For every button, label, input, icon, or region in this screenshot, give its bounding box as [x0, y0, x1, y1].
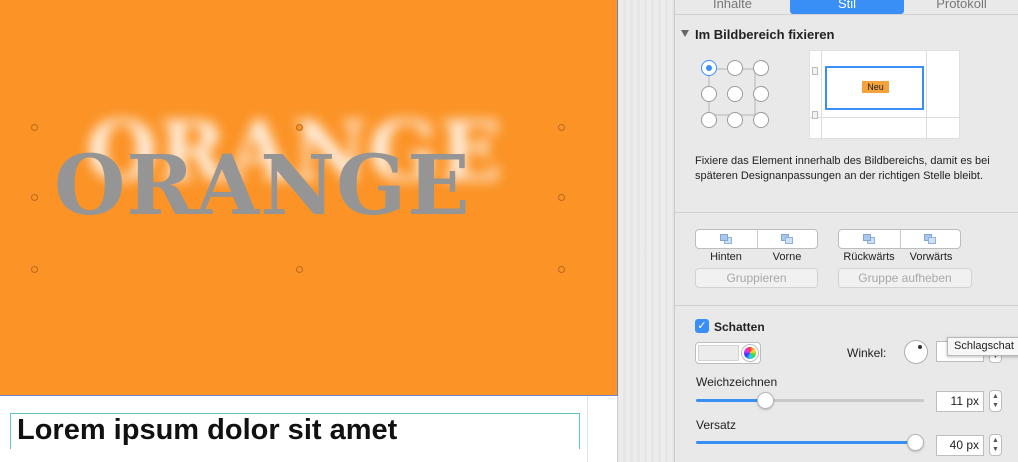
- rueckwaerts-label: Rückwärts: [843, 251, 895, 263]
- anchor-bottom-left[interactable]: [701, 112, 717, 128]
- group-button[interactable]: Gruppieren: [695, 268, 818, 288]
- preview-marker: [812, 111, 818, 119]
- resize-handle-bottom[interactable]: [296, 266, 303, 273]
- send-backward-icon[interactable]: [863, 234, 875, 244]
- orange-image-box[interactable]: ORANGE ORANGE: [0, 0, 618, 396]
- preview-label: Neu: [862, 81, 889, 93]
- resize-handle-right[interactable]: [558, 194, 565, 201]
- fix-preview: Neu: [809, 50, 961, 140]
- segment-divider: [757, 230, 758, 248]
- preview-guide: [810, 117, 961, 118]
- canvas-area[interactable]: ORANGE ORANGE Lorem ipsum dolor sit amet: [0, 0, 674, 462]
- angle-dial[interactable]: [904, 340, 928, 364]
- anchor-top-right[interactable]: [753, 60, 769, 76]
- anchor-top-center[interactable]: [727, 60, 743, 76]
- layer-step-control: [838, 229, 961, 249]
- anchor-middle-right[interactable]: [753, 86, 769, 102]
- bring-forward-icon[interactable]: [924, 234, 936, 244]
- offset-slider[interactable]: [696, 434, 924, 451]
- anchor-center[interactable]: [727, 86, 743, 102]
- divider: [675, 14, 1018, 15]
- tooltip: Schlagschat: [947, 337, 1018, 356]
- blur-label: Weichzeichnen: [696, 375, 778, 389]
- offset-slider-fill: [696, 441, 916, 444]
- vorwaerts-label: Vorwärts: [909, 251, 953, 263]
- bring-to-front-icon[interactable]: [781, 234, 793, 244]
- resize-handle-top-left[interactable]: [31, 124, 38, 131]
- shadow-checkbox[interactable]: ✓: [695, 319, 709, 333]
- color-wheel-icon[interactable]: [742, 345, 758, 361]
- blur-slider-fill: [696, 399, 766, 402]
- disclosure-triangle-icon[interactable]: [681, 30, 689, 37]
- offset-label: Versatz: [696, 418, 737, 432]
- angle-dial-indicator: [918, 345, 922, 349]
- ungroup-button[interactable]: Gruppe aufheben: [838, 268, 972, 288]
- tab-stil[interactable]: Stil: [790, 0, 904, 14]
- page: ORANGE ORANGE Lorem ipsum dolor sit amet: [0, 0, 618, 462]
- shadow-color-swatch[interactable]: [698, 345, 739, 361]
- divider: [675, 212, 1018, 213]
- body-text[interactable]: Lorem ipsum dolor sit amet: [17, 414, 397, 447]
- section-title-fix: Im Bildbereich fixieren: [695, 27, 835, 42]
- vorne-label: Vorne: [772, 251, 802, 263]
- anchor-middle-left[interactable]: [701, 86, 717, 102]
- offset-stepper[interactable]: ▲ ▼: [989, 434, 1002, 456]
- resize-handle-left[interactable]: [31, 194, 38, 201]
- anchor-bottom-right[interactable]: [753, 112, 769, 128]
- angle-label: Winkel:: [847, 346, 887, 360]
- preview-marker: [812, 67, 818, 75]
- layer-order-control: [695, 229, 818, 249]
- inspector-tabs: Inhalte Stil Protokoll: [675, 0, 1018, 14]
- preview-guide: [926, 51, 927, 140]
- offset-field[interactable]: 40 px: [936, 435, 984, 456]
- anchor-point-grid: [701, 60, 769, 128]
- resize-handle-bottom-left[interactable]: [31, 266, 38, 273]
- resize-handle-top-right[interactable]: [558, 124, 565, 131]
- blur-slider[interactable]: [696, 392, 924, 409]
- shadow-color-well[interactable]: [695, 342, 761, 364]
- shadow-label: Schatten: [714, 320, 765, 334]
- resize-handle-top[interactable]: [296, 124, 303, 131]
- hinten-label: Hinten: [710, 251, 742, 263]
- divider: [675, 305, 1018, 306]
- blur-stepper[interactable]: ▲ ▼: [989, 390, 1002, 412]
- headline-text[interactable]: ORANGE: [54, 138, 471, 234]
- segment-divider: [900, 230, 901, 248]
- anchor-bottom-center[interactable]: [727, 112, 743, 128]
- tab-protokoll[interactable]: Protokoll: [904, 0, 1018, 14]
- resize-handle-bottom-right[interactable]: [558, 266, 565, 273]
- blur-field[interactable]: 11 px: [936, 391, 984, 412]
- anchor-top-left[interactable]: [701, 60, 717, 76]
- tab-inhalte[interactable]: Inhalte: [675, 0, 790, 14]
- fix-description: Fixiere das Element innerhalb des Bildbe…: [695, 155, 990, 182]
- send-to-back-icon[interactable]: [720, 234, 732, 244]
- offset-slider-knob[interactable]: [907, 434, 924, 451]
- inspector-panel: Inhalte Stil Protokoll Im Bildbereich fi…: [674, 0, 1018, 462]
- blur-slider-knob[interactable]: [757, 392, 774, 409]
- preview-guide: [821, 51, 822, 140]
